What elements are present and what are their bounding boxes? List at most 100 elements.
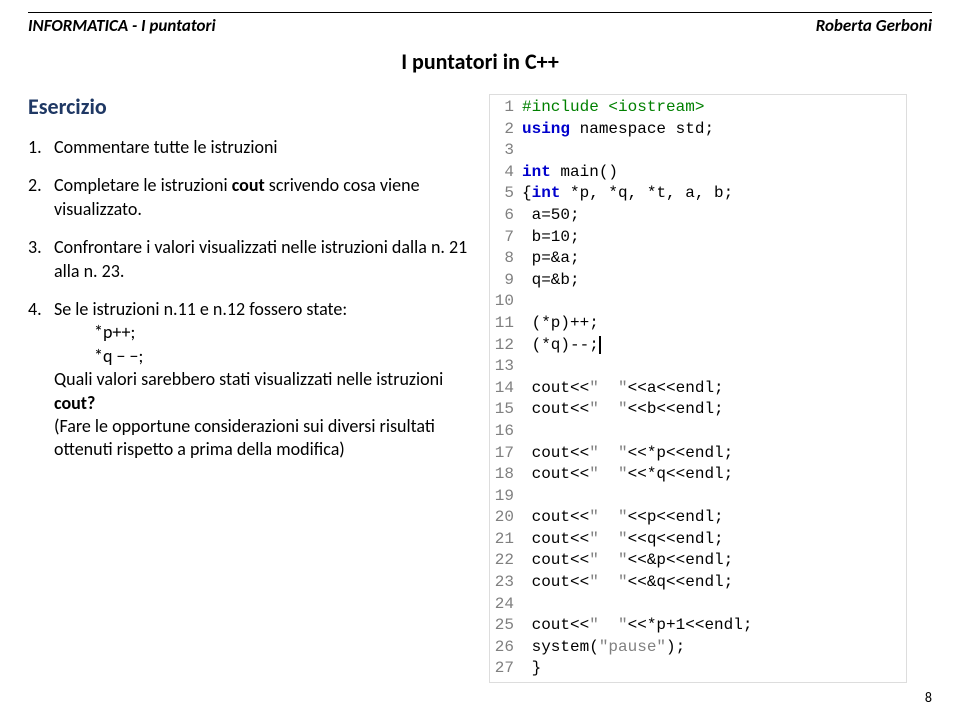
line-number: 23 <box>492 572 522 594</box>
line-number: 21 <box>492 529 522 551</box>
code-line: 13 <box>492 356 904 378</box>
item-text: Completare le istruzioni cout scrivendo … <box>54 174 468 221</box>
code-line: 5{int *p, *q, *t, a, b; <box>492 183 904 205</box>
exercise-item-4: 4. Se le istruzioni n.11 e n.12 fossero … <box>28 298 468 462</box>
code-text: (*p)++; <box>522 313 904 335</box>
code-text: cout<<" "<<&p<<endl; <box>522 550 904 572</box>
code-line: 23 cout<<" "<<&q<<endl; <box>492 572 904 594</box>
item-number: 2. <box>28 174 54 221</box>
code-line: 6 a=50; <box>492 205 904 227</box>
exercise-item-3: 3. Confrontare i valori visualizzati nel… <box>28 236 468 283</box>
code-line: 27 } <box>492 658 904 680</box>
line-number: 24 <box>492 594 522 616</box>
line-number: 11 <box>492 313 522 335</box>
line-number: 19 <box>492 486 522 508</box>
code-text: int main() <box>522 162 904 184</box>
code-line: 1#include <iostream> <box>492 97 904 119</box>
item-number: 1. <box>28 136 54 159</box>
code-line: 25 cout<<" "<<*p+1<<endl; <box>492 615 904 637</box>
code-line: 12 (*q)--; <box>492 335 904 357</box>
item-text: Commentare tutte le istruzioni <box>54 136 468 159</box>
line-number: 12 <box>492 335 522 357</box>
line-number: 3 <box>492 140 522 162</box>
code-text <box>522 356 904 378</box>
code-text: cout<<" "<<q<<endl; <box>522 529 904 551</box>
code-text <box>522 594 904 616</box>
code-text: p=&a; <box>522 248 904 270</box>
line-number: 17 <box>492 443 522 465</box>
header-left: INFORMATICA - I puntatori <box>28 15 216 36</box>
code-line: 16 <box>492 421 904 443</box>
exercise-item-2: 2. Completare le istruzioni cout scriven… <box>28 174 468 221</box>
code-text: #include <iostream> <box>522 97 904 119</box>
line-number: 6 <box>492 205 522 227</box>
code-line: 18 cout<<" "<<*q<<endl; <box>492 464 904 486</box>
item-text: Se le istruzioni n.11 e n.12 fossero sta… <box>54 298 468 462</box>
code-line: 14 cout<<" "<<a<<endl; <box>492 378 904 400</box>
code-text: a=50; <box>522 205 904 227</box>
line-number: 2 <box>492 119 522 141</box>
code-text: using namespace std; <box>522 119 904 141</box>
code-block: 1#include <iostream>2using namespace std… <box>489 94 907 683</box>
line-number: 13 <box>492 356 522 378</box>
line-number: 25 <box>492 615 522 637</box>
code-text <box>522 486 904 508</box>
page-title: I puntatori in C++ <box>28 48 932 75</box>
code-text: } <box>522 658 904 680</box>
line-number: 1 <box>492 97 522 119</box>
line-number: 15 <box>492 399 522 421</box>
exercise-column: Esercizio 1. Commentare tutte le istruzi… <box>28 93 468 684</box>
line-number: 22 <box>492 550 522 572</box>
code-line: 10 <box>492 291 904 313</box>
code-line: 17 cout<<" "<<*p<<endl; <box>492 443 904 465</box>
code-line: 4int main() <box>492 162 904 184</box>
code-text: cout<<" "<<a<<endl; <box>522 378 904 400</box>
code-line: 26 system("pause"); <box>492 637 904 659</box>
code-text: {int *p, *q, *t, a, b; <box>522 183 904 205</box>
code-column: 1#include <iostream>2using namespace std… <box>488 93 908 684</box>
code-line: 20 cout<<" "<<p<<endl; <box>492 507 904 529</box>
code-text: b=10; <box>522 227 904 249</box>
line-number: 10 <box>492 291 522 313</box>
code-text: cout<<" "<<*p<<endl; <box>522 443 904 465</box>
line-number: 8 <box>492 248 522 270</box>
line-number: 26 <box>492 637 522 659</box>
code-text: cout<<" "<<b<<endl; <box>522 399 904 421</box>
page-header: INFORMATICA - I puntatori Roberta Gerbon… <box>28 15 932 36</box>
code-line: 7 b=10; <box>492 227 904 249</box>
code-line: 3 <box>492 140 904 162</box>
code-line: 19 <box>492 486 904 508</box>
code-line: 9 q=&b; <box>492 270 904 292</box>
code-text: cout<<" "<<&q<<endl; <box>522 572 904 594</box>
code-text <box>522 140 904 162</box>
page-number: 8 <box>925 689 932 706</box>
code-text <box>522 421 904 443</box>
code-text <box>522 291 904 313</box>
code-text: q=&b; <box>522 270 904 292</box>
line-number: 27 <box>492 658 522 680</box>
code-text: cout<<" "<<*p+1<<endl; <box>522 615 904 637</box>
code-line: 21 cout<<" "<<q<<endl; <box>492 529 904 551</box>
header-right: Roberta Gerboni <box>816 15 932 36</box>
line-number: 4 <box>492 162 522 184</box>
code-line: 22 cout<<" "<<&p<<endl; <box>492 550 904 572</box>
code-text: (*q)--; <box>522 335 904 357</box>
code-line: 2using namespace std; <box>492 119 904 141</box>
line-number: 14 <box>492 378 522 400</box>
item-number: 3. <box>28 236 54 283</box>
line-number: 7 <box>492 227 522 249</box>
line-number: 9 <box>492 270 522 292</box>
exercise-item-1: 1. Commentare tutte le istruzioni <box>28 136 468 159</box>
exercise-label: Esercizio <box>28 93 468 120</box>
code-text: system("pause"); <box>522 637 904 659</box>
line-number: 18 <box>492 464 522 486</box>
line-number: 16 <box>492 421 522 443</box>
code-line: 11 (*p)++; <box>492 313 904 335</box>
line-number: 5 <box>492 183 522 205</box>
code-line: 8 p=&a; <box>492 248 904 270</box>
item-text: Confrontare i valori visualizzati nelle … <box>54 236 468 283</box>
code-text: cout<<" "<<*q<<endl; <box>522 464 904 486</box>
code-line: 24 <box>492 594 904 616</box>
code-line: 15 cout<<" "<<b<<endl; <box>492 399 904 421</box>
line-number: 20 <box>492 507 522 529</box>
